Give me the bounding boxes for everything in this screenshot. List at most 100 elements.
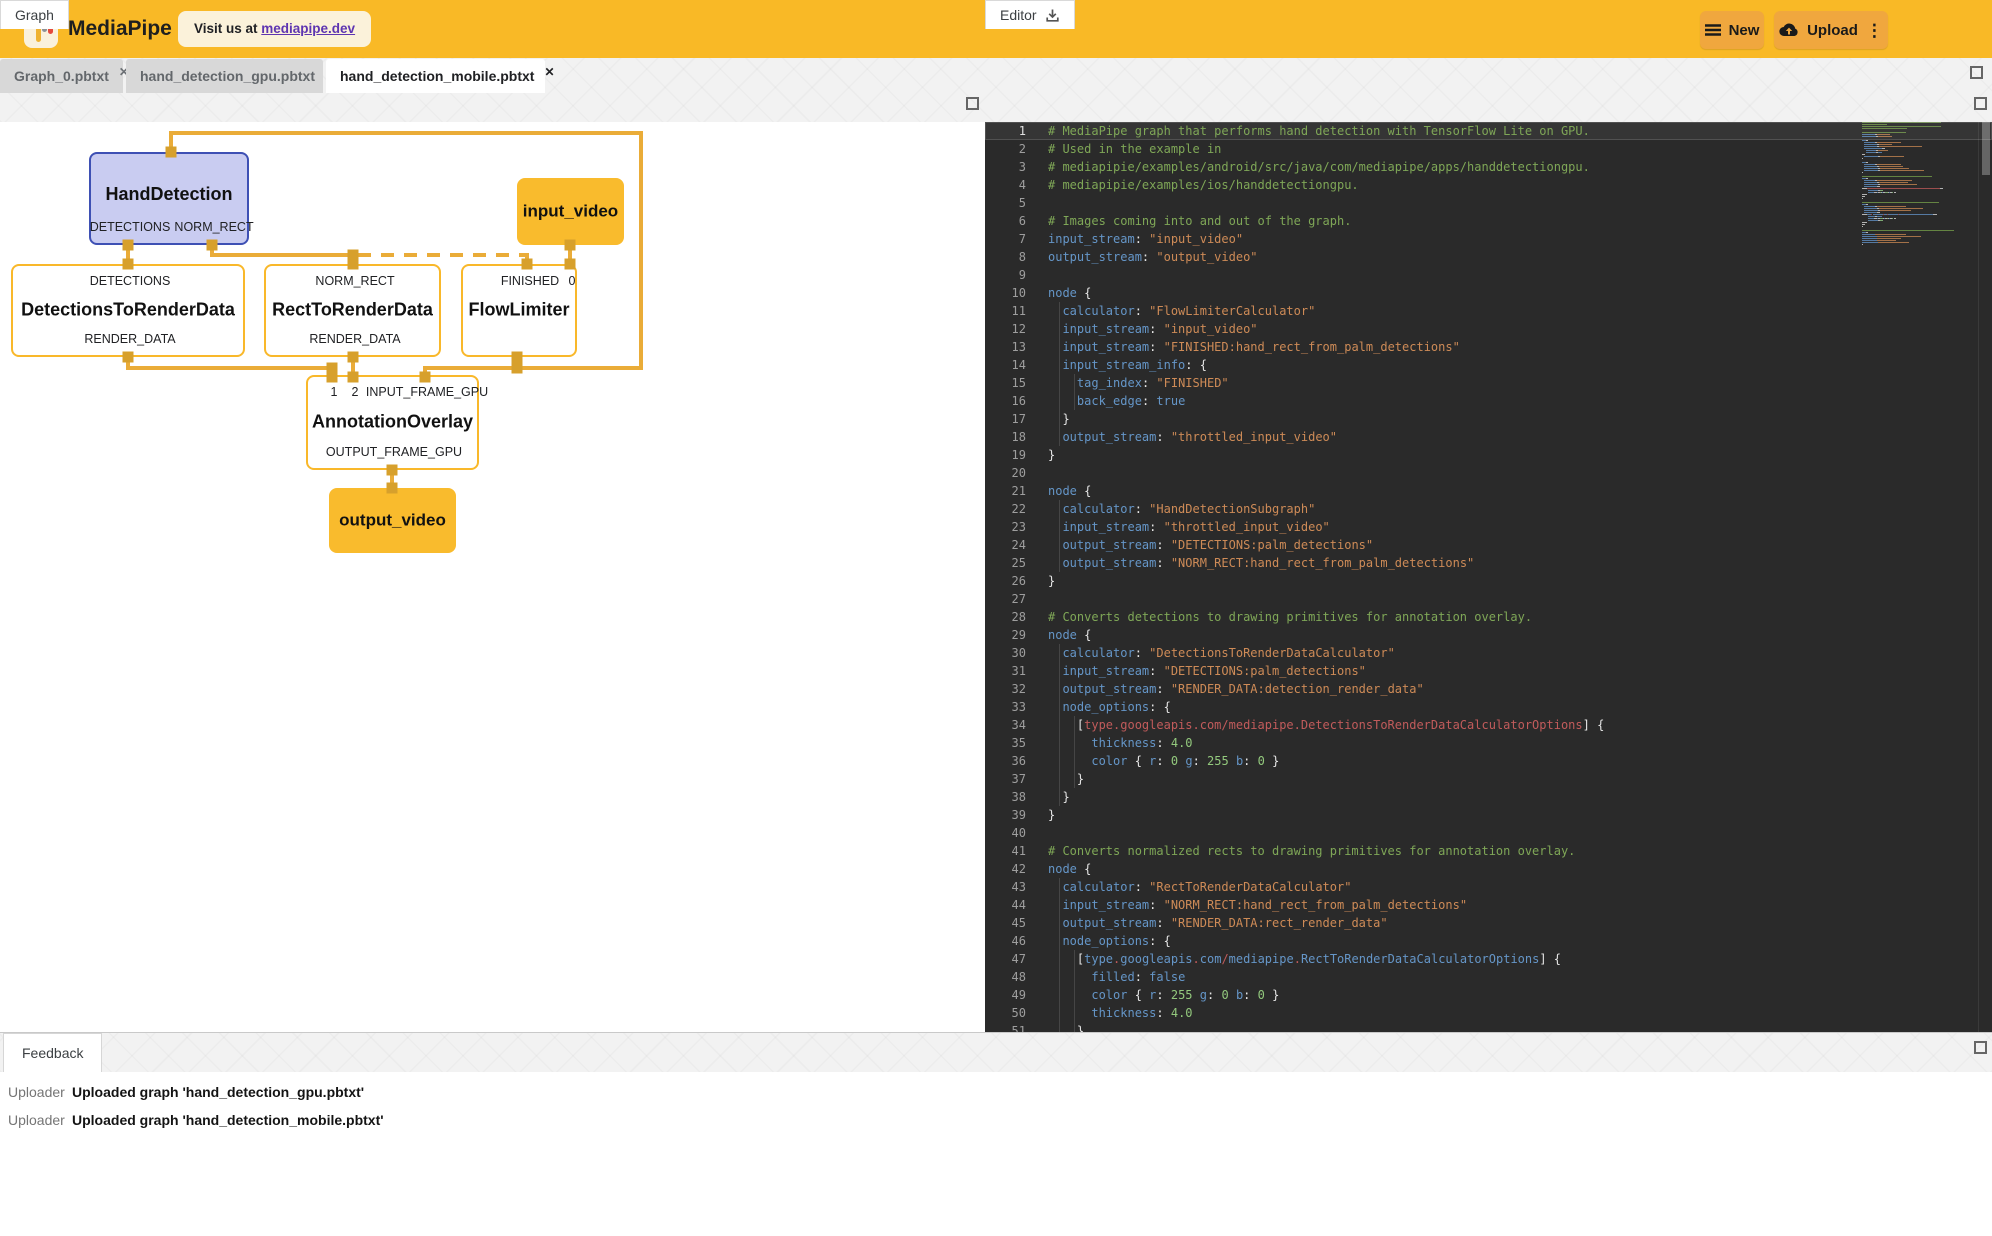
code-token: # Images coming into and out of the grap… — [1048, 214, 1351, 228]
code-token: type — [1084, 952, 1113, 966]
code-token — [1048, 394, 1077, 408]
code-token: 0 — [1171, 754, 1178, 768]
code-token: "RENDER_DATA:rect_render_data" — [1171, 916, 1388, 930]
tab-editor[interactable]: Editor — [985, 0, 1075, 29]
line-number: 49 — [985, 986, 1026, 1004]
code-line-50: 50 thickness: 4.0 — [985, 1004, 1992, 1022]
code-token — [1048, 970, 1091, 984]
line-number: 9 — [985, 266, 1026, 284]
code-token: RectToRenderDataCalculatorOptions — [1301, 952, 1539, 966]
file-tab-hand_detection_mobile.pbtxt[interactable]: hand_detection_mobile.pbtxt✕ — [326, 59, 545, 93]
graph-node-hand-detection[interactable]: HandDetectionDETECTIONSNORM_RECT — [89, 152, 249, 245]
code-token: : — [1156, 988, 1170, 1002]
code-token: . — [1294, 952, 1301, 966]
code-token: input_stream — [1048, 232, 1135, 246]
mediapipe-dev-link[interactable]: mediapipe.dev — [261, 21, 355, 36]
code-line-22: 22 calculator: "HandDetectionSubgraph" — [985, 500, 1992, 518]
code-text: node_options: { — [1048, 698, 1171, 716]
line-number: 28 — [985, 608, 1026, 626]
input-port-label: DETECTIONS — [90, 274, 171, 288]
code-text: } — [1048, 770, 1084, 788]
code-token: "input_video" — [1149, 232, 1243, 246]
indent-guide — [1059, 338, 1060, 356]
code-token — [1229, 988, 1236, 1002]
code-token: { — [1077, 484, 1091, 498]
code-line-3: 3# mediapipie/examples/android/src/java/… — [985, 158, 1992, 176]
code-line-16: 16 back_edge: true — [985, 392, 1992, 410]
input-port-label: 0 — [569, 274, 576, 288]
graph-canvas[interactable]: HandDetectionDETECTIONSNORM_RECT input_vi… — [0, 122, 985, 1032]
graph-node-input-video[interactable]: input_video — [517, 178, 624, 245]
line-number: 20 — [985, 464, 1026, 482]
indent-guide — [1059, 410, 1060, 428]
indent-guide — [1059, 356, 1060, 374]
graph-node-detections-to-render-data[interactable]: DetectionsToRenderDataDETECTIONSRENDER_D… — [11, 264, 245, 357]
close-tab-icon[interactable]: ✕ — [544, 65, 554, 79]
line-number: 12 — [985, 320, 1026, 338]
code-token: { — [1127, 988, 1149, 1002]
code-line-29: 29node { — [985, 626, 1992, 644]
code-line-21: 21node { — [985, 482, 1992, 500]
code-token: # Converts normalized rects to drawing p… — [1048, 844, 1575, 858]
code-token: # mediapipie/examples/ios/handdetectiong… — [1048, 178, 1359, 192]
new-button[interactable]: New — [1700, 11, 1764, 49]
input-port-label: 1 — [331, 385, 338, 399]
line-number: 50 — [985, 1004, 1026, 1022]
code-line-44: 44 input_stream: "NORM_RECT:hand_rect_fr… — [985, 896, 1992, 914]
indent-guide — [1059, 644, 1060, 662]
code-token: 255 — [1171, 988, 1193, 1002]
feedback-maximize-icon[interactable] — [1974, 1041, 1987, 1054]
code-text: input_stream: "FINISHED:hand_rect_from_p… — [1048, 338, 1460, 356]
code-token: # Converts detections to drawing primiti… — [1048, 610, 1532, 624]
code-token: calculator — [1062, 304, 1134, 318]
code-token: true — [1156, 394, 1185, 408]
code-text: calculator: "RectToRenderDataCalculator" — [1048, 878, 1351, 896]
code-token: input_stream — [1062, 340, 1149, 354]
mediapipe-visualizer: MediaPipe Visit us at mediapipe.dev New … — [0, 0, 1992, 1236]
code-token: ] { — [1539, 952, 1561, 966]
editor-panel-maximize-icon[interactable] — [1974, 97, 1987, 110]
tab-graph[interactable]: Graph — [0, 0, 69, 29]
code-token: color — [1091, 988, 1127, 1002]
input-port-label: FINISHED — [501, 274, 559, 288]
upload-menu-kebab-icon[interactable]: ⋮ — [1866, 22, 1883, 39]
code-text: node_options: { — [1048, 932, 1171, 950]
indent-guide — [1074, 950, 1075, 968]
code-token: "output_video" — [1156, 250, 1257, 264]
file-tab-hand_detection_gpu.pbtxt[interactable]: hand_detection_gpu.pbtxt✕ — [126, 59, 323, 93]
graph-node-rect-to-render-data[interactable]: RectToRenderDataNORM_RECTRENDER_DATA — [264, 264, 441, 357]
indent-guide — [1059, 1022, 1060, 1032]
input-port-label: 2 — [352, 385, 359, 399]
tabbar-maximize-icon[interactable] — [1970, 66, 1983, 79]
download-icon[interactable] — [1045, 8, 1060, 23]
code-text: } — [1048, 1022, 1084, 1032]
code-text: tag_index: "FINISHED" — [1048, 374, 1229, 392]
code-line-17: 17 } — [985, 410, 1992, 428]
code-line-26: 26} — [985, 572, 1992, 590]
line-number: 11 — [985, 302, 1026, 320]
code-token: "FINISHED" — [1156, 376, 1228, 390]
code-text: [type.googleapis.com/mediapipe.Detection… — [1048, 716, 1604, 734]
code-token: false — [1149, 970, 1185, 984]
file-tab-Graph_0.pbtxt[interactable]: Graph_0.pbtxt✕ — [0, 59, 123, 93]
tab-feedback[interactable]: Feedback — [3, 1033, 102, 1072]
graph-node-flow-limiter[interactable]: FlowLimiterFINISHED0 — [461, 264, 577, 357]
code-text: # Converts detections to drawing primiti… — [1048, 608, 1532, 626]
upload-button[interactable]: Upload ⋮ — [1774, 11, 1888, 49]
line-number: 6 — [985, 212, 1026, 230]
code-token: calculator — [1062, 880, 1134, 894]
code-line-51: 51 } — [985, 1022, 1992, 1032]
graph-panel-maximize-icon[interactable] — [966, 97, 979, 110]
code-text: calculator: "HandDetectionSubgraph" — [1048, 500, 1315, 518]
code-text: output_stream: "NORM_RECT:hand_rect_from… — [1048, 554, 1474, 572]
code-text: color { r: 255 g: 0 b: 0 } — [1048, 986, 1279, 1004]
code-editor[interactable]: 1# MediaPipe graph that performs hand de… — [985, 122, 1992, 1032]
code-text: node { — [1048, 482, 1091, 500]
code-token — [1048, 754, 1091, 768]
graph-node-output-video[interactable]: output_video — [329, 488, 456, 553]
indent-guide — [1074, 392, 1075, 410]
code-token: : — [1156, 430, 1170, 444]
new-button-label: New — [1729, 22, 1760, 39]
graph-node-annotation-overlay[interactable]: AnnotationOverlay12INPUT_FRAME_GPUOUTPUT… — [306, 375, 479, 470]
indent-guide — [1059, 752, 1060, 770]
